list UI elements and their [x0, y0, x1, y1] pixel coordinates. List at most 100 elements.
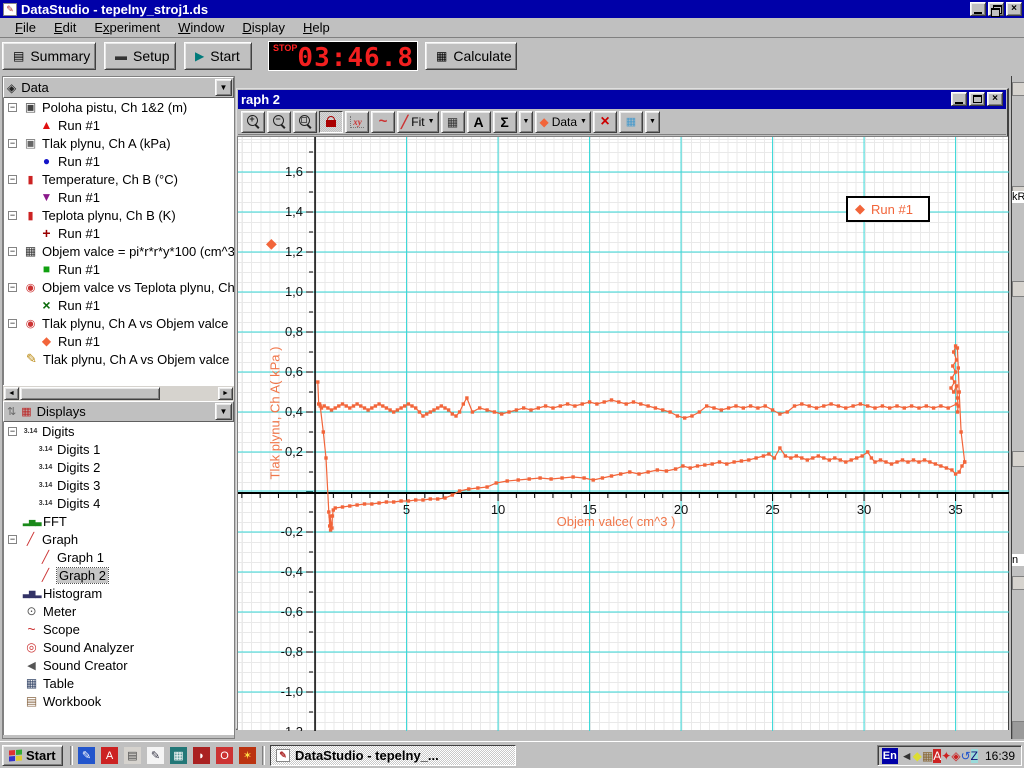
menu-item-edit[interactable]: Edit — [45, 18, 85, 37]
menu-item-display[interactable]: Display — [233, 18, 294, 37]
item-label[interactable]: Run #1 — [58, 298, 100, 313]
menu-item-help[interactable]: Help — [294, 18, 339, 37]
item-label[interactable]: Run #1 — [58, 334, 100, 349]
scrollbar-thumb[interactable] — [20, 387, 160, 400]
item-label[interactable]: Tlak plynu, Ch A (kPa) — [42, 136, 171, 151]
item-label[interactable]: Sound Creator — [43, 658, 128, 673]
menu-item-experiment[interactable]: Experiment — [85, 18, 169, 37]
expand-collapse-icon[interactable]: − — [8, 175, 17, 184]
tree-item-digits-1[interactable]: 3.14Digits 1 — [4, 440, 234, 458]
item-label[interactable]: Graph — [42, 532, 78, 547]
item-label[interactable]: Table — [43, 676, 74, 691]
x-axis-title[interactable]: Objem valce( cm^3 ) — [557, 514, 676, 529]
plot-area[interactable]: 51015202530351,61,41,21,00,80,60,40,2-0,… — [237, 136, 1008, 730]
data-panel-header[interactable]: ◈ Data ▼ — [3, 77, 234, 98]
tree-item-digits-4[interactable]: 3.14Digits 4 — [4, 494, 234, 512]
calculate-button[interactable]: ▦ Calculate — [425, 42, 517, 70]
setup-button[interactable]: ▬ Setup — [104, 42, 176, 70]
tree-item-tlak-plynu-ch-a-kpa-[interactable]: −▣Tlak plynu, Ch A (kPa) — [4, 134, 234, 152]
legend[interactable]: ◆ Run #1 — [846, 196, 930, 222]
minimize-button[interactable] — [970, 2, 986, 16]
item-label[interactable]: Scope — [43, 622, 80, 637]
graph-minimize-button[interactable] — [951, 92, 967, 106]
text-tool-button[interactable]: A — [467, 111, 491, 133]
item-label[interactable]: Histogram — [43, 586, 102, 601]
restore-button[interactable] — [988, 2, 1004, 16]
item-label[interactable]: Run #1 — [58, 262, 100, 277]
displays-dropdown-button[interactable]: ▼ — [215, 403, 232, 420]
tree-item-poloha-pistu-ch-1-2-m-[interactable]: −▣Poloha pistu, Ch 1&2 (m) — [4, 98, 234, 116]
item-label[interactable]: Tlak plynu, Ch A vs Objem valce — [42, 316, 228, 331]
pen-document-icon[interactable]: ✎ — [147, 747, 164, 764]
tree-item-digits-2[interactable]: 3.14Digits 2 — [4, 458, 234, 476]
menu-item-window[interactable]: Window — [169, 18, 233, 37]
start-button[interactable]: ▶ Start — [184, 42, 252, 70]
tree-item-workbook[interactable]: ▤Workbook — [4, 692, 234, 710]
tree-item-graph-2[interactable]: ╱Graph 2 — [4, 566, 234, 584]
tree-item-sound-analyzer[interactable]: ◎Sound Analyzer — [4, 638, 234, 656]
graph-close-button[interactable]: × — [987, 92, 1003, 106]
item-label[interactable]: Digits — [42, 424, 75, 439]
summary-button[interactable]: ▤ Summary — [2, 42, 96, 70]
expand-collapse-icon[interactable]: − — [8, 103, 17, 112]
calculator-icon[interactable]: ▦ — [170, 747, 187, 764]
zoom-in-button[interactable]: + — [241, 111, 265, 133]
y-axis-title[interactable]: Tlak plynu, Ch A( kPa ) — [268, 347, 283, 480]
start-menu-button[interactable]: Start — [2, 745, 63, 766]
tree-run-item[interactable]: ●Run #1 — [4, 152, 234, 170]
item-label[interactable]: Poloha pistu, Ch 1&2 (m) — [42, 100, 187, 115]
item-label[interactable]: Digits 2 — [57, 460, 100, 475]
item-label[interactable]: Digits 3 — [57, 478, 100, 493]
close-button[interactable]: × — [1006, 2, 1022, 16]
expand-collapse-icon[interactable]: − — [8, 283, 17, 292]
tree-item-objem-valce-vs-teplota-p[interactable]: −◉Objem valce vs Teplota plynu, Ch — [4, 278, 234, 296]
displays-panel-header[interactable]: ⇅ ▦ Displays ▼ — [3, 401, 234, 422]
smart-tool-button[interactable]: ~ — [371, 111, 395, 133]
align-origin-button[interactable]: xy — [345, 111, 369, 133]
tree-run-item[interactable]: ■Run #1 — [4, 260, 234, 278]
tree-run-item[interactable]: ×Run #1 — [4, 296, 234, 314]
item-label[interactable]: Run #1 — [58, 118, 100, 133]
item-label[interactable]: Run #1 — [58, 226, 100, 241]
tree-run-item[interactable]: ◆Run #1 — [4, 332, 234, 350]
fit-menu-button[interactable]: ╱Fit▼ — [397, 111, 439, 133]
fire-icon[interactable]: ✶ — [239, 747, 256, 764]
tree-item-meter[interactable]: ⊙Meter — [4, 602, 234, 620]
app-titlebar[interactable]: ✎ DataStudio - tepelny_stroj1.ds × — [0, 0, 1024, 18]
acrobat-icon[interactable]: A — [101, 747, 118, 764]
item-label[interactable]: Tlak plynu, Ch A vs Objem valce — [43, 352, 229, 367]
item-label[interactable]: Digits 1 — [57, 442, 100, 457]
item-label[interactable]: Teplota plynu, Ch B (K) — [42, 208, 176, 223]
tree-item-sound-creator[interactable]: ◀Sound Creator — [4, 656, 234, 674]
settings-arrow-button[interactable]: ▼ — [645, 111, 660, 133]
expand-collapse-icon[interactable]: − — [8, 139, 17, 148]
graph-maximize-button[interactable] — [969, 92, 985, 106]
item-label[interactable]: FFT — [43, 514, 67, 529]
selected-item-label[interactable]: Graph 2 — [57, 568, 108, 583]
desktop-icon[interactable]: ▤ — [124, 747, 141, 764]
volume-icon[interactable]: ◄ — [901, 749, 913, 763]
red-figure-icon[interactable]: ✦ — [941, 749, 951, 763]
statistics-arrow-button[interactable]: ▼ — [519, 111, 534, 133]
scheduler-icon[interactable]: ▦ — [922, 749, 933, 763]
expand-collapse-icon[interactable]: − — [8, 535, 17, 544]
tree-item-teplota-plynu-ch-b-k-[interactable]: −▮Teplota plynu, Ch B (K) — [4, 206, 234, 224]
data-dropdown-button[interactable]: ▼ — [215, 79, 232, 96]
tree-run-item[interactable]: ▼Run #1 — [4, 188, 234, 206]
item-label[interactable]: Graph 1 — [57, 550, 104, 565]
tree-item-digits-3[interactable]: 3.14Digits 3 — [4, 476, 234, 494]
expand-collapse-icon[interactable]: − — [8, 247, 17, 256]
tree-item-temperature-ch-b-c-[interactable]: −▮Temperature, Ch B (°C) — [4, 170, 234, 188]
scroll-left-icon[interactable]: ◄ — [4, 387, 19, 400]
settings-button[interactable]: ▦ — [619, 111, 643, 133]
data-menu-button[interactable]: ◆Data▼ — [535, 111, 591, 133]
opera-icon[interactable]: O — [216, 747, 233, 764]
item-label[interactable]: Digits 4 — [57, 496, 100, 511]
tree-item-table[interactable]: ▦Table — [4, 674, 234, 692]
red-app-icon[interactable]: ◗ — [193, 747, 210, 764]
expand-collapse-icon[interactable]: − — [8, 211, 17, 220]
item-label[interactable]: Objem valce vs Teplota plynu, Ch — [42, 280, 234, 295]
scale-to-fit-button[interactable] — [319, 111, 343, 133]
zoom-out-button[interactable]: − — [267, 111, 291, 133]
graph-window-titlebar[interactable]: raph 2 × — [238, 90, 1006, 109]
